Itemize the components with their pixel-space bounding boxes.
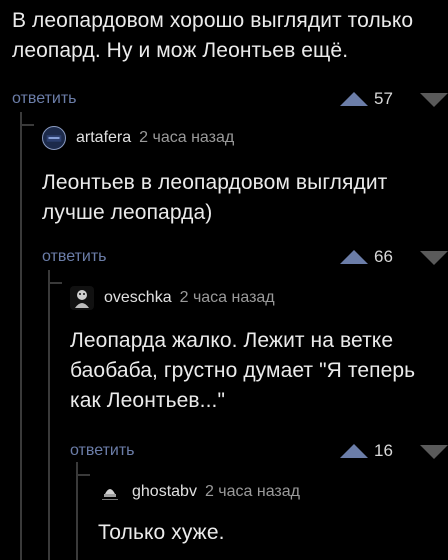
- reply2-timestamp: 2 часа назад: [179, 289, 275, 306]
- comment-thread: В леопардовом хорошо выглядит только лео…: [0, 0, 448, 560]
- thread-hook-level2: [48, 282, 62, 284]
- reply2-comment-text: Леопарда жалко. Лежит на ветке баобаба, …: [70, 326, 415, 416]
- thread-hook-level3: [76, 474, 90, 476]
- thread-line-level1: [20, 112, 22, 560]
- reply3-author-row: ghostabv 2 часа назад: [98, 478, 300, 506]
- thread-hook-level1: [20, 124, 34, 126]
- user-avatar-icon: [75, 290, 89, 308]
- root-vote-count: 57: [374, 89, 393, 108]
- reply2-vote-count: 16: [374, 441, 393, 460]
- root-reply-button[interactable]: ответить: [12, 90, 77, 108]
- thread-line-level2: [48, 270, 50, 560]
- reply1-avatar[interactable]: [42, 126, 66, 150]
- reply3-avatar[interactable]: [98, 480, 122, 504]
- reply1-comment-line1: Леонтьев в леопардовом выглядит: [42, 171, 388, 194]
- reply1-vote-count: 66: [374, 247, 393, 266]
- reply3-comment-line1: Только хуже.: [98, 521, 225, 544]
- reply1-author-name[interactable]: artafera: [76, 129, 131, 147]
- reply1-upvote-icon[interactable]: [340, 250, 368, 264]
- reply2-author-row: oveschka 2 часа назад: [70, 284, 275, 312]
- reply2-comment-line2: баобаба, грустно думает "Я теперь: [70, 359, 416, 382]
- reply2-downvote-icon[interactable]: [420, 445, 448, 459]
- reply3-author-name[interactable]: ghostabv: [132, 483, 197, 501]
- reply3-timestamp: 2 часа назад: [204, 483, 300, 500]
- reply2-comment-line1: Леопарда жалко. Лежит на ветке: [70, 329, 394, 352]
- user-avatar-icon: [102, 489, 118, 500]
- reply1-reply-button[interactable]: ответить: [42, 248, 107, 266]
- root-upvote-icon[interactable]: [340, 92, 368, 106]
- reply2-avatar[interactable]: [70, 286, 94, 310]
- reply2-reply-button[interactable]: ответить: [70, 442, 135, 460]
- reply3-comment-text: Только хуже.: [98, 518, 225, 548]
- root-comment-line1: В леопардовом хорошо выглядит только: [12, 9, 414, 32]
- root-comment-line2: леопард. Ну и мож Леонтьев ещё.: [12, 39, 349, 62]
- reply1-downvote-icon[interactable]: [420, 251, 448, 265]
- reply1-timestamp: 2 часа назад: [139, 129, 235, 146]
- reply1-author-row: artafera 2 часа назад: [42, 124, 234, 152]
- root-downvote-icon[interactable]: [420, 93, 448, 107]
- user-avatar-icon: [46, 135, 62, 142]
- thread-line-level3: [76, 462, 78, 560]
- reply2-upvote-icon[interactable]: [340, 444, 368, 458]
- reply1-comment-line2: лучше леопарда): [42, 201, 213, 224]
- reply2-author-name[interactable]: oveschka: [104, 289, 172, 307]
- reply1-comment-text: Леонтьев в леопардовом выглядит лучше ле…: [42, 168, 387, 228]
- reply2-comment-line3: как Леонтьев...": [70, 389, 226, 412]
- root-comment-text: В леопардовом хорошо выглядит только лео…: [12, 6, 413, 66]
